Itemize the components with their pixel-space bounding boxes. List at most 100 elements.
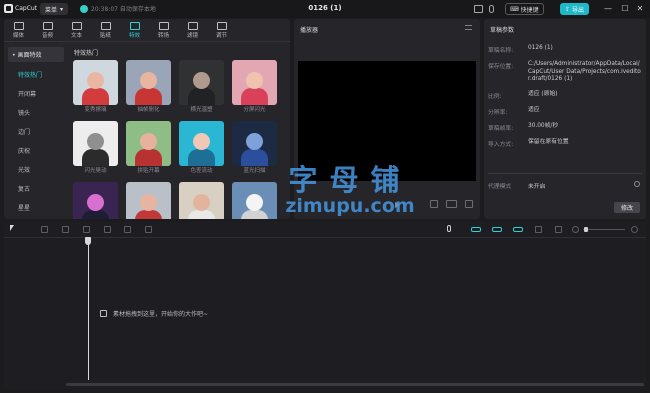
- category-item[interactable]: 边门: [8, 122, 64, 141]
- effect-card[interactable]: 闪光晃动: [73, 121, 118, 179]
- microphone-icon[interactable]: [447, 225, 451, 232]
- modify-button[interactable]: 修改: [613, 202, 640, 213]
- effects-section-title: 特效热门: [74, 50, 99, 57]
- tab-label: 转场: [157, 33, 169, 39]
- player-screen[interactable]: [298, 61, 476, 181]
- maximize-button[interactable]: ☐: [619, 3, 631, 15]
- tab-effects[interactable]: 特效: [120, 19, 149, 41]
- delete-right-icon[interactable]: [124, 226, 131, 233]
- effect-thumbnail: [179, 182, 224, 219]
- proxy-value: 未开启: [528, 184, 546, 190]
- shortcut-button[interactable]: ⌨ 快捷键: [505, 3, 544, 15]
- tab-label: 贴纸: [99, 33, 111, 39]
- effect-card[interactable]: [73, 182, 118, 219]
- category-item[interactable]: 星星: [8, 198, 64, 217]
- zoom-slider-knob[interactable]: [584, 227, 588, 232]
- close-button[interactable]: ✕: [634, 3, 646, 15]
- category-item[interactable]: 庆祝: [8, 141, 64, 160]
- effect-card[interactable]: 色差流动: [179, 121, 224, 179]
- draft-key: 导入方式:: [488, 141, 514, 148]
- fit-icon[interactable]: [555, 226, 562, 233]
- text-icon: [71, 22, 82, 30]
- proxy-key: 代理模式: [488, 184, 512, 190]
- redo-icon[interactable]: [62, 226, 69, 233]
- effect-thumbnail: [73, 182, 118, 219]
- effect-label: 拼贴开幕: [137, 168, 160, 174]
- undo-icon[interactable]: [41, 226, 48, 233]
- effect-thumbnail: [179, 60, 224, 105]
- effect-card[interactable]: [126, 182, 171, 219]
- playhead[interactable]: [88, 238, 89, 380]
- upload-icon: ⇪: [565, 5, 571, 13]
- film-icon: [100, 310, 107, 317]
- category-item[interactable]: 复古: [8, 179, 64, 198]
- draft-row: 比例: 适应 (原始): [488, 91, 642, 100]
- filter-icon: [187, 22, 198, 30]
- linkage-icon[interactable]: [513, 227, 523, 232]
- main-track-magnet-icon[interactable]: [471, 227, 481, 232]
- tab-audio[interactable]: 音频: [33, 19, 62, 41]
- zoom-in-icon[interactable]: [631, 226, 638, 233]
- menu-icon[interactable]: [465, 25, 472, 30]
- category-item[interactable]: 特效热门: [8, 65, 64, 84]
- effect-card[interactable]: 变秀擦璃: [73, 60, 118, 118]
- zoom-out-icon[interactable]: [572, 226, 579, 233]
- tab-transition[interactable]: 转场: [149, 19, 178, 41]
- effect-thumbnail: [126, 121, 171, 166]
- effect-card[interactable]: 分屏闪光: [232, 60, 277, 118]
- drop-hint-text: 素材拖拽到这里，开始你的大作吧~: [113, 311, 209, 318]
- draft-title: 草稿参数: [490, 27, 515, 34]
- tab-sticker[interactable]: 贴纸: [91, 19, 120, 41]
- audio-icon: [42, 22, 53, 30]
- divider: [488, 173, 642, 174]
- drop-hint: 素材拖拽到这里，开始你的大作吧~: [100, 309, 208, 318]
- playhead-handle[interactable]: [85, 237, 91, 245]
- effect-categories: • 画面特效 特效热门 开闭幕 镜头 边门 庆祝 光效 复古 星星: [8, 47, 64, 217]
- capcut-logo-icon: [4, 4, 13, 13]
- select-cursor-icon[interactable]: [10, 225, 14, 231]
- split-icon[interactable]: [83, 226, 90, 233]
- effect-card[interactable]: [232, 182, 277, 219]
- category-item[interactable]: 镜头: [8, 103, 64, 122]
- tab-adjust[interactable]: 调节: [207, 19, 236, 41]
- tab-media[interactable]: 媒体: [4, 19, 33, 41]
- crop-icon[interactable]: [430, 200, 438, 208]
- draft-row: 保存位置: C:/Users/Administrator/AppData/Loca…: [488, 61, 642, 84]
- more-icon[interactable]: [489, 5, 494, 13]
- fullscreen-icon[interactable]: [465, 200, 473, 208]
- effect-card[interactable]: [179, 182, 224, 219]
- effect-label: 横光温塑: [190, 107, 213, 113]
- effect-label: 蓝光扫描: [243, 168, 266, 174]
- delete-left-icon[interactable]: [104, 226, 111, 233]
- tab-filter[interactable]: 滤镜: [178, 19, 207, 41]
- category-item[interactable]: 开闭幕: [8, 84, 64, 103]
- effect-card[interactable]: 蓝光扫描: [232, 121, 277, 179]
- ratio-icon[interactable]: [446, 200, 457, 208]
- tab-text[interactable]: 文本: [62, 19, 91, 41]
- time-ruler[interactable]: [88, 237, 646, 245]
- effect-card[interactable]: 横光温塑: [179, 60, 224, 118]
- delete-icon[interactable]: [145, 226, 152, 233]
- autosave-text: 20:38:07 自动保存本地: [91, 6, 156, 13]
- play-icon[interactable]: [395, 202, 400, 208]
- transition-icon: [158, 22, 169, 30]
- draft-rows: 草稿名称: 0126 (1) 保存位置: C:/Users/Administrator…: [488, 45, 642, 155]
- effect-card[interactable]: 抽帧侧化: [126, 60, 171, 118]
- effect-card[interactable]: 拼贴开幕: [126, 121, 171, 179]
- info-icon[interactable]: [634, 181, 640, 187]
- category-item[interactable]: 光效: [8, 160, 64, 179]
- minimize-button[interactable]: —: [602, 3, 614, 15]
- export-button[interactable]: ⇪ 导出: [560, 3, 590, 15]
- auto-snap-icon[interactable]: [492, 227, 502, 232]
- main-menu-button[interactable]: 菜单 ▾: [40, 3, 69, 15]
- app-name: CapCut: [15, 5, 38, 12]
- timeline-scrollbar[interactable]: [66, 383, 644, 386]
- preview-axis-icon[interactable]: [535, 226, 542, 233]
- layout-icon[interactable]: [474, 5, 483, 13]
- effect-label: 抽帧侧化: [137, 107, 160, 113]
- category-header[interactable]: • 画面特效: [8, 47, 64, 62]
- autosave-status: 20:38:07 自动保存本地: [80, 4, 156, 13]
- effect-thumbnail: [126, 60, 171, 105]
- draft-key: 分辨率:: [488, 109, 508, 116]
- zoom-slider[interactable]: [583, 229, 625, 230]
